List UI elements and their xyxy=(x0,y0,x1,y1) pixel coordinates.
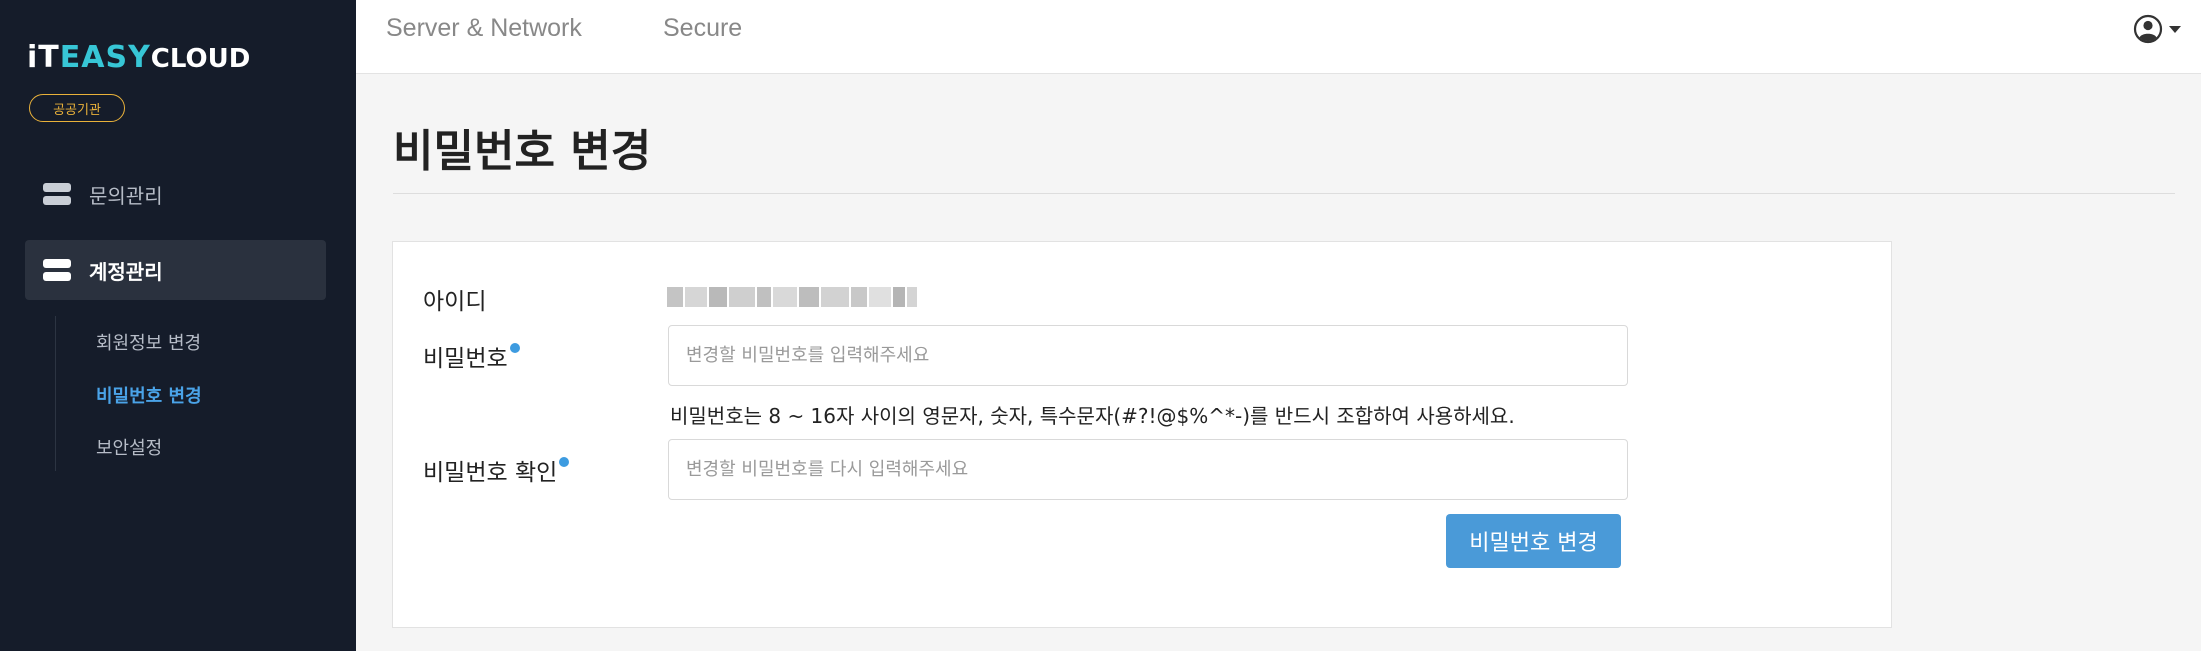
subnav-item-password[interactable]: 비밀번호 변경 xyxy=(96,382,202,408)
iteasy-cloud-logo[interactable]: iTEASYCLOUD xyxy=(27,40,250,75)
logo-text-easy: EASY xyxy=(59,40,151,75)
user-menu[interactable] xyxy=(2133,14,2181,44)
required-dot-icon xyxy=(559,457,570,467)
password-confirm-input[interactable] xyxy=(668,439,1628,500)
sidebar-item-label: 계정관리 xyxy=(89,259,163,284)
top-header: Server & Network Secure xyxy=(356,0,2201,74)
page-title: 비밀번호 변경 xyxy=(393,126,652,177)
logo-text-it: iT xyxy=(27,40,60,75)
password-change-card xyxy=(392,241,1892,628)
subnav-item-security[interactable]: 보안설정 xyxy=(96,434,162,460)
sidebar-item-inquiry[interactable]: 문의관리 xyxy=(25,164,326,224)
password-input[interactable] xyxy=(668,325,1628,386)
change-password-button[interactable]: 비밀번호 변경 xyxy=(1446,514,1621,568)
server-icon xyxy=(43,259,71,281)
title-divider xyxy=(393,193,2175,194)
password-label: 비밀번호 xyxy=(423,339,520,373)
server-icon xyxy=(43,183,71,205)
sidebar-item-account[interactable]: 계정관리 xyxy=(25,240,326,300)
user-circle-icon xyxy=(2133,14,2163,44)
sidebar: iTEASYCLOUD 공공기관 문의관리 계정관리 회원정보 변경 비밀번호 … xyxy=(0,0,356,651)
password-confirm-label: 비밀번호 확인 xyxy=(423,453,570,487)
password-confirm-label-text: 비밀번호 확인 xyxy=(423,460,558,486)
masked-user-id xyxy=(667,287,917,307)
public-agency-badge: 공공기관 xyxy=(29,94,125,122)
account-subnav: 회원정보 변경 비밀번호 변경 보안설정 xyxy=(55,316,315,471)
required-dot-icon xyxy=(509,343,520,353)
tab-secure[interactable]: Secure xyxy=(663,14,742,43)
logo-text-cloud: CLOUD xyxy=(150,44,251,74)
id-label: 아이디 xyxy=(423,289,487,315)
password-rule-hint: 비밀번호는 8 ~ 16자 사이의 영문자, 숫자, 특수문자(#?!@$%^*… xyxy=(670,404,1515,428)
sidebar-item-label: 문의관리 xyxy=(89,183,163,208)
password-label-text: 비밀번호 xyxy=(423,346,508,372)
tab-server-network[interactable]: Server & Network xyxy=(386,14,582,43)
subnav-item-member-info[interactable]: 회원정보 변경 xyxy=(96,329,201,355)
chevron-down-icon xyxy=(2169,25,2181,33)
